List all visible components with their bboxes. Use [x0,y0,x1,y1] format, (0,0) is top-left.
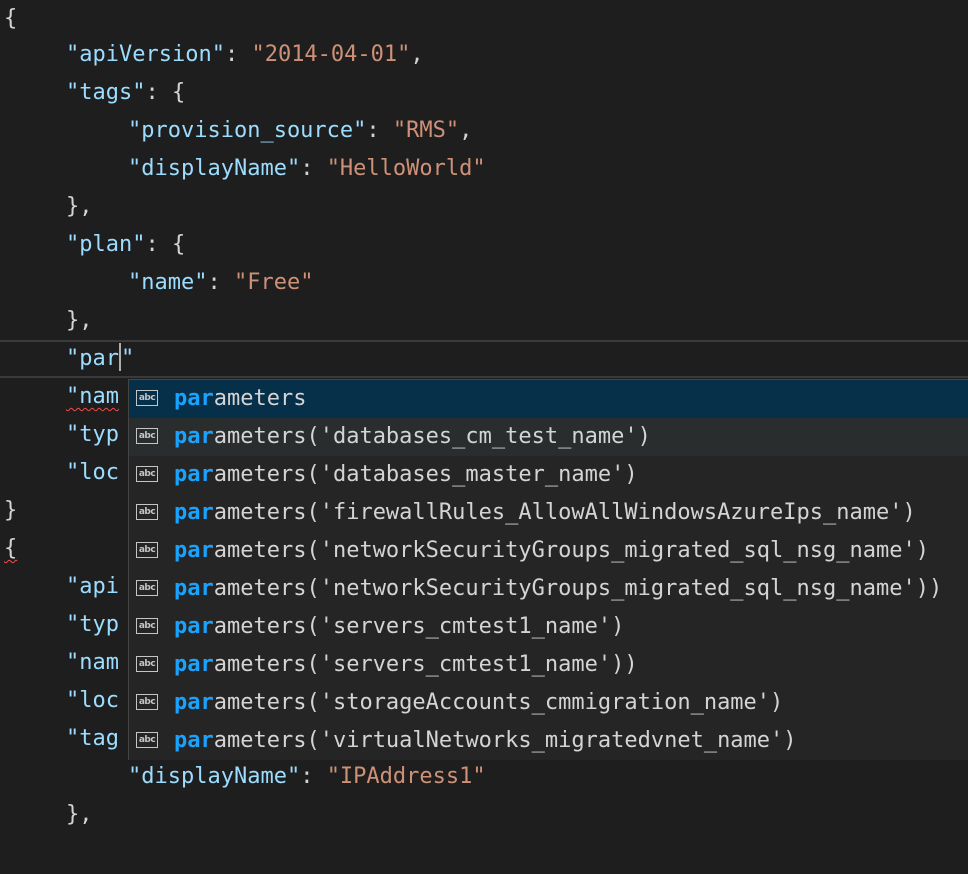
code-line: }, [66,308,93,333]
code-line: }, [66,194,93,219]
suggestion-item[interactable]: abc parameters('networkSecurityGroups_mi… [129,532,968,570]
text-word-icon: abc [136,504,158,520]
text-word-icon: abc [136,656,158,672]
code-editor[interactable]: { "apiVersion": "2014-04-01", "tags": { … [0,0,968,827]
suggestion-item[interactable]: abc parameters('virtualNetworks_migrated… [129,722,968,760]
current-code-line[interactable]: "par" [0,340,968,378]
suggestion-item[interactable]: abc parameters('servers_cmtest1_name') [129,608,968,646]
code-line: "name": "Free" [128,270,314,295]
text-word-icon: abc [136,428,158,444]
suggestion-item[interactable]: abc parameters [129,380,968,418]
error-squiggle: "nam [66,384,119,409]
code-line: { [4,6,18,31]
suggestion-item[interactable]: abc parameters('firewallRules_AllowAllWi… [129,494,968,532]
suggestion-widget[interactable]: abc parameters abc parameters('databases… [128,379,968,760]
text-word-icon: abc [136,618,158,634]
text-word-icon: abc [136,580,158,596]
code-line: "plan": { [66,232,186,257]
code-line: "displayName": "HelloWorld" [128,156,486,181]
text-word-icon: abc [136,694,158,710]
error-squiggle: { [4,536,18,561]
text-word-icon: abc [136,390,158,406]
text-word-icon: abc [136,542,158,558]
suggestion-item[interactable]: abc parameters('storageAccounts_cmmigrat… [129,684,968,722]
suggestion-item[interactable]: abc parameters('networkSecurityGroups_mi… [129,570,968,608]
code-line: "tags": { [66,80,186,105]
code-line: "provision_source": "RMS", [128,118,473,143]
code-line: "apiVersion": "2014-04-01", [66,42,424,67]
suggestion-item[interactable]: abc parameters('databases_master_name') [129,456,968,494]
suggestion-item[interactable]: abc parameters('servers_cmtest1_name')) [129,646,968,684]
text-word-icon: abc [136,732,158,748]
suggestion-item[interactable]: abc parameters('databases_cm_test_name') [129,418,968,456]
text-word-icon: abc [136,466,158,482]
